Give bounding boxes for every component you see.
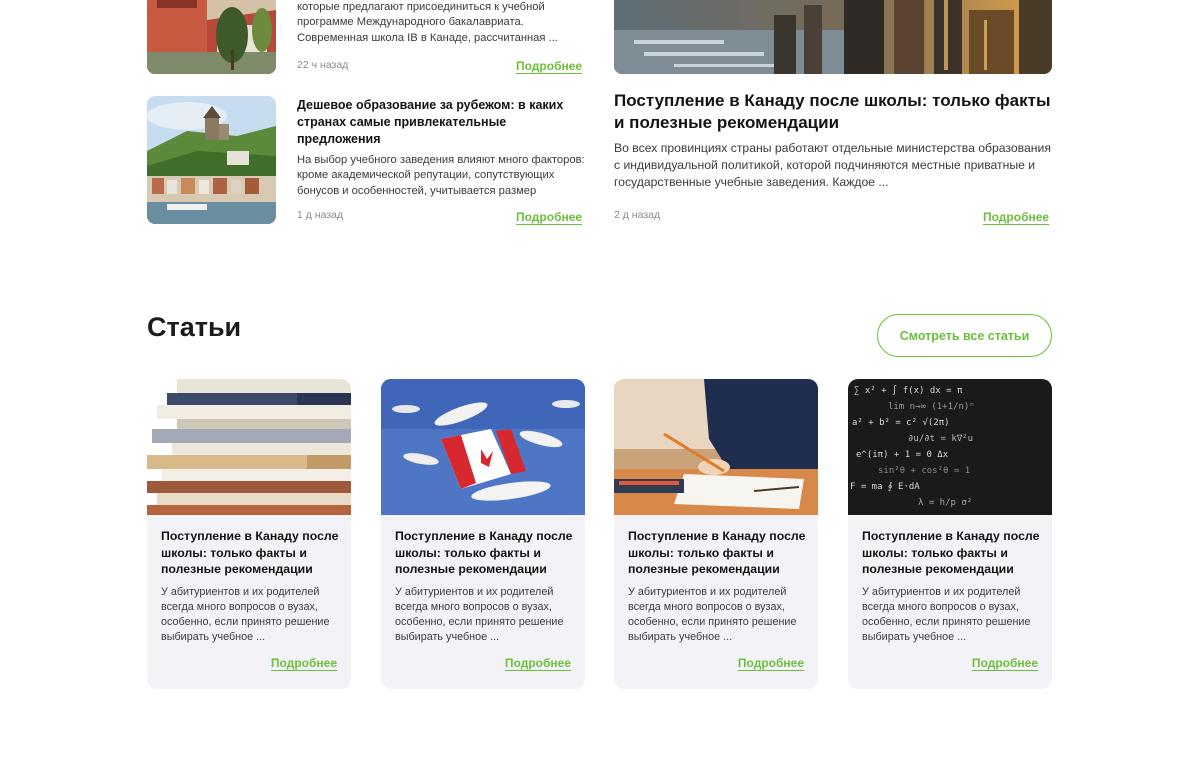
svg-text:lim n→∞ (1+1/n)ⁿ: lim n→∞ (1+1/n)ⁿ: [888, 402, 975, 412]
more-link[interactable]: Подробнее: [271, 656, 337, 670]
more-link[interactable]: Подробнее: [505, 656, 571, 670]
student-writing-image: [614, 379, 818, 515]
article-card[interactable]: Поступление в Канаду после школы: только…: [147, 379, 351, 689]
more-link[interactable]: Подробнее: [738, 656, 804, 670]
section-title: Статьи: [147, 312, 242, 342]
news-excerpt: На выбор учебного заведения влияют много…: [297, 154, 585, 197]
castle-town-image[interactable]: [147, 96, 276, 224]
more-link[interactable]: Подробнее: [972, 656, 1038, 670]
news-date: 2 д назад: [614, 209, 661, 221]
svg-text:∂u/∂t = k∇²u: ∂u/∂t = k∇²u: [908, 434, 973, 444]
math-formulas-image: ∑ x² + ∫ f(x) dx = π lim n→∞ (1+1/n)ⁿ a²…: [848, 379, 1052, 515]
featured-title[interactable]: Поступление в Канаду после школы: только…: [614, 90, 1059, 134]
news-date: 22 ч назад: [297, 59, 349, 71]
more-link[interactable]: Подробнее: [516, 210, 582, 224]
article-excerpt: У абитуриентов и их родителей всегда мно…: [161, 586, 330, 643]
article-excerpt: У абитуриентов и их родителей всегда мно…: [628, 586, 797, 643]
svg-text:F = ma ∮ E·dA: F = ma ∮ E·dA: [850, 482, 920, 492]
article-card[interactable]: ∑ x² + ∫ f(x) dx = π lim n→∞ (1+1/n)ⁿ a²…: [848, 379, 1052, 689]
canada-flag-gulls-image: [381, 379, 585, 515]
svg-text:e^(iπ) + 1 = 0 Δx: e^(iπ) + 1 = 0 Δx: [856, 450, 949, 460]
article-card[interactable]: Поступление в Канаду после школы: только…: [614, 379, 818, 689]
news-title[interactable]: Дешевое образование за рубежом: в каких …: [297, 97, 577, 148]
news-excerpt: которые предлагают присоединиться к учеб…: [297, 1, 558, 44]
article-title[interactable]: Поступление в Канаду после школы: только…: [628, 528, 808, 578]
campus-building-image[interactable]: [147, 0, 276, 74]
svg-text:λ = h/p σ²: λ = h/p σ²: [918, 498, 972, 508]
article-excerpt: У абитуриентов и их родителей всегда мно…: [862, 586, 1031, 643]
article-title[interactable]: Поступление в Канаду после школы: только…: [161, 528, 341, 578]
featured-excerpt: Во всех провинциях страны работают отдел…: [614, 141, 1051, 189]
news-date: 1 д назад: [297, 209, 344, 221]
svg-text:∑ x² + ∫ f(x) dx = π: ∑ x² + ∫ f(x) dx = π: [854, 385, 963, 396]
city-harbor-image[interactable]: [614, 0, 1052, 74]
more-link[interactable]: Подробнее: [516, 59, 582, 73]
see-all-articles-button[interactable]: Смотреть все статьи: [877, 314, 1052, 357]
more-link[interactable]: Подробнее: [983, 210, 1049, 224]
svg-text:sin²θ + cos²θ = 1: sin²θ + cos²θ = 1: [878, 466, 970, 476]
article-title[interactable]: Поступление в Канаду после школы: только…: [395, 528, 575, 578]
books-stack-image: [147, 379, 351, 515]
article-excerpt: У абитуриентов и их родителей всегда мно…: [395, 586, 564, 643]
svg-text:a² + b² = c² √(2π): a² + b² = c² √(2π): [852, 417, 950, 428]
article-title[interactable]: Поступление в Канаду после школы: только…: [862, 528, 1042, 578]
article-card[interactable]: Поступление в Канаду после школы: только…: [381, 379, 585, 689]
